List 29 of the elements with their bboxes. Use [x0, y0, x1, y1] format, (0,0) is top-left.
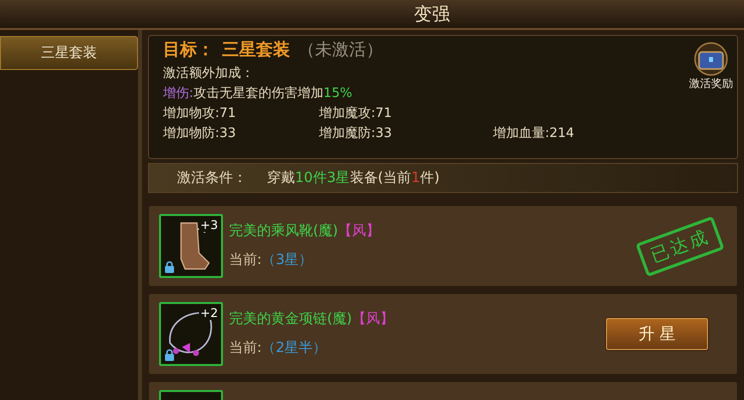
condition-text: 穿戴10件3星装备(当前1件)	[267, 168, 440, 188]
target-label: 目标：	[163, 39, 214, 62]
current-stars: （3星）	[262, 251, 313, 270]
stat-text: 增加血量:214	[493, 124, 576, 142]
activation-status: （未激活）	[298, 39, 383, 62]
condition-label: 激活条件：	[177, 168, 247, 188]
item-slot[interactable]: +3	[159, 214, 223, 278]
reward-label: 激活奖励	[689, 76, 733, 92]
bonus-description: 增伤:攻击无星套的伤害增加15%	[163, 84, 354, 102]
enhance-level: +2	[199, 306, 219, 320]
stat-text: 增加物攻:71	[163, 104, 237, 122]
stat-text: 增加魔攻:71	[319, 104, 393, 122]
current-stars: （2星半）	[262, 339, 327, 358]
window-title: 变强	[413, 2, 450, 26]
upgrade-star-button[interactable]: 升 星	[605, 317, 709, 351]
item-element: 【风】	[338, 222, 380, 241]
enhance-level: +3	[199, 218, 219, 232]
item-name: 完美的黄金项链(魔)	[229, 310, 352, 329]
item-name: 完美的乘风靴(魔)	[229, 222, 338, 241]
achieved-stamp: 已达成	[635, 216, 725, 276]
current-label: 当前:	[229, 251, 262, 270]
stat-text: 增加魔防:33	[319, 124, 393, 142]
current-label: 当前:	[229, 339, 262, 358]
sidebar-tab[interactable]: 三星套装	[0, 36, 138, 70]
target-set-name: 三星套装	[222, 39, 290, 62]
bonus-heading: 激活额外加成：	[163, 66, 254, 80]
item-slot[interactable]: +2	[159, 302, 223, 366]
item-element: 【风】	[352, 310, 394, 329]
stat-text: 增加物防:33	[163, 124, 237, 142]
